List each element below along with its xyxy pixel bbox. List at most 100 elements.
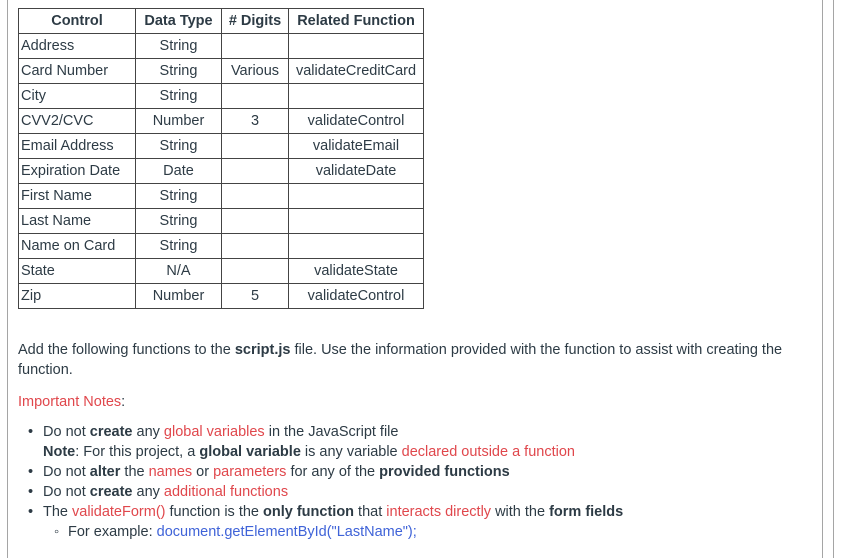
controls-table: Control Data Type # Digits Related Funct… [18,8,424,309]
cell-related-function [288,183,424,209]
cell-data-type: Number [135,283,222,309]
highlight: validateForm() [72,504,166,520]
note-item: Do not alter the names or parameters for… [28,462,808,482]
note-item: Do not create any global variables in th… [28,422,808,462]
cell-digits [221,158,289,184]
cell-digits [221,233,289,259]
note-item: The validateForm() function is the only … [28,502,808,542]
table-row: Name on Card String [18,233,424,259]
highlight: declared outside a function [401,444,575,460]
highlight: interacts directly [386,504,492,520]
sub-note-item: For example: document.getElementById("La… [54,522,808,542]
table-header-row: Control Data Type # Digits Related Funct… [18,8,424,34]
cell-data-type: String [135,208,222,234]
text: in the JavaScript file [264,424,399,440]
emphasis: global variable [199,444,301,460]
cell-related-function: validateControl [288,283,424,309]
cell-control: Address [18,33,136,59]
scrollbar-track[interactable] [833,0,834,558]
code-example: document.getElementById("LastName"); [156,524,417,540]
cell-related-function [288,83,424,109]
table-row: Email Address String validateEmail [18,133,424,159]
cell-control: First Name [18,183,136,209]
cell-data-type: Date [135,158,222,184]
text: : For this project, a [75,444,200,460]
highlight: additional functions [163,484,289,500]
header-related-function: Related Function [288,8,424,34]
important-notes-heading: Important Notes: [18,392,808,412]
text: or [192,464,214,480]
intro-paragraph: Add the following functions to the scrip… [18,340,808,380]
table-row: City String [18,83,424,109]
text: any [132,484,164,500]
note-item: Do not create any additional functions [28,482,808,502]
cell-control: State [18,258,136,284]
cell-data-type: String [135,33,222,59]
emphasis: form fields [549,504,624,520]
text: Do not [43,424,90,440]
cell-data-type: String [135,133,222,159]
important-notes-label: Important Notes [18,394,122,410]
cell-digits [221,133,289,159]
cell-digits [221,258,289,284]
table-row: Zip Number 5 validateControl [18,283,424,309]
highlight: global variables [163,424,265,440]
header-digits: # Digits [221,8,289,34]
cell-related-function: validateDate [288,158,424,184]
emphasis: create [89,424,133,440]
cell-related-function [288,233,424,259]
table-row: Expiration Date Date validateDate [18,158,424,184]
cell-related-function [288,33,424,59]
text: function is the [165,504,264,520]
note-label: Note [43,444,76,460]
text: with the [491,504,550,520]
text: Do not [43,484,90,500]
cell-control: Name on Card [18,233,136,259]
table-row: State N/A validateState [18,258,424,284]
cell-data-type: Number [135,108,222,134]
cell-control: CVV2/CVC [18,108,136,134]
cell-digits [221,183,289,209]
cell-related-function: validateEmail [288,133,424,159]
table-row: Last Name String [18,208,424,234]
cell-related-function: validateCreditCard [288,58,424,84]
heading-colon: : [121,394,126,410]
text: For example: [68,524,157,540]
header-data-type: Data Type [135,8,222,34]
intro-text: Add the following functions to the [18,342,235,358]
cell-digits [221,208,289,234]
right-border-rule [822,0,823,558]
cell-data-type: String [135,58,222,84]
instructions: Add the following functions to the scrip… [18,340,808,542]
emphasis: only function [263,504,355,520]
cell-data-type: String [135,233,222,259]
table-row: CVV2/CVC Number 3 validateControl [18,108,424,134]
cell-related-function [288,208,424,234]
text: is any variable [300,444,402,460]
highlight: parameters [213,464,287,480]
cell-control: City [18,83,136,109]
cell-control: Email Address [18,133,136,159]
cell-control: Last Name [18,208,136,234]
emphasis: create [89,484,133,500]
cell-digits [221,33,289,59]
highlight: names [148,464,193,480]
cell-related-function: validateState [288,258,424,284]
cell-data-type: String [135,183,222,209]
left-border-rule [7,0,8,558]
cell-digits: 3 [221,108,289,134]
cell-control: Card Number [18,58,136,84]
table-row: First Name String [18,183,424,209]
text: for any of the [286,464,380,480]
sub-notes-list: For example: document.getElementById("La… [43,522,808,542]
cell-control: Expiration Date [18,158,136,184]
cell-control: Zip [18,283,136,309]
cell-data-type: N/A [135,258,222,284]
text: the [120,464,149,480]
cell-digits: Various [221,58,289,84]
emphasis: provided functions [379,464,510,480]
header-control: Control [18,8,136,34]
cell-digits [221,83,289,109]
text: The [43,504,73,520]
cell-digits: 5 [221,283,289,309]
